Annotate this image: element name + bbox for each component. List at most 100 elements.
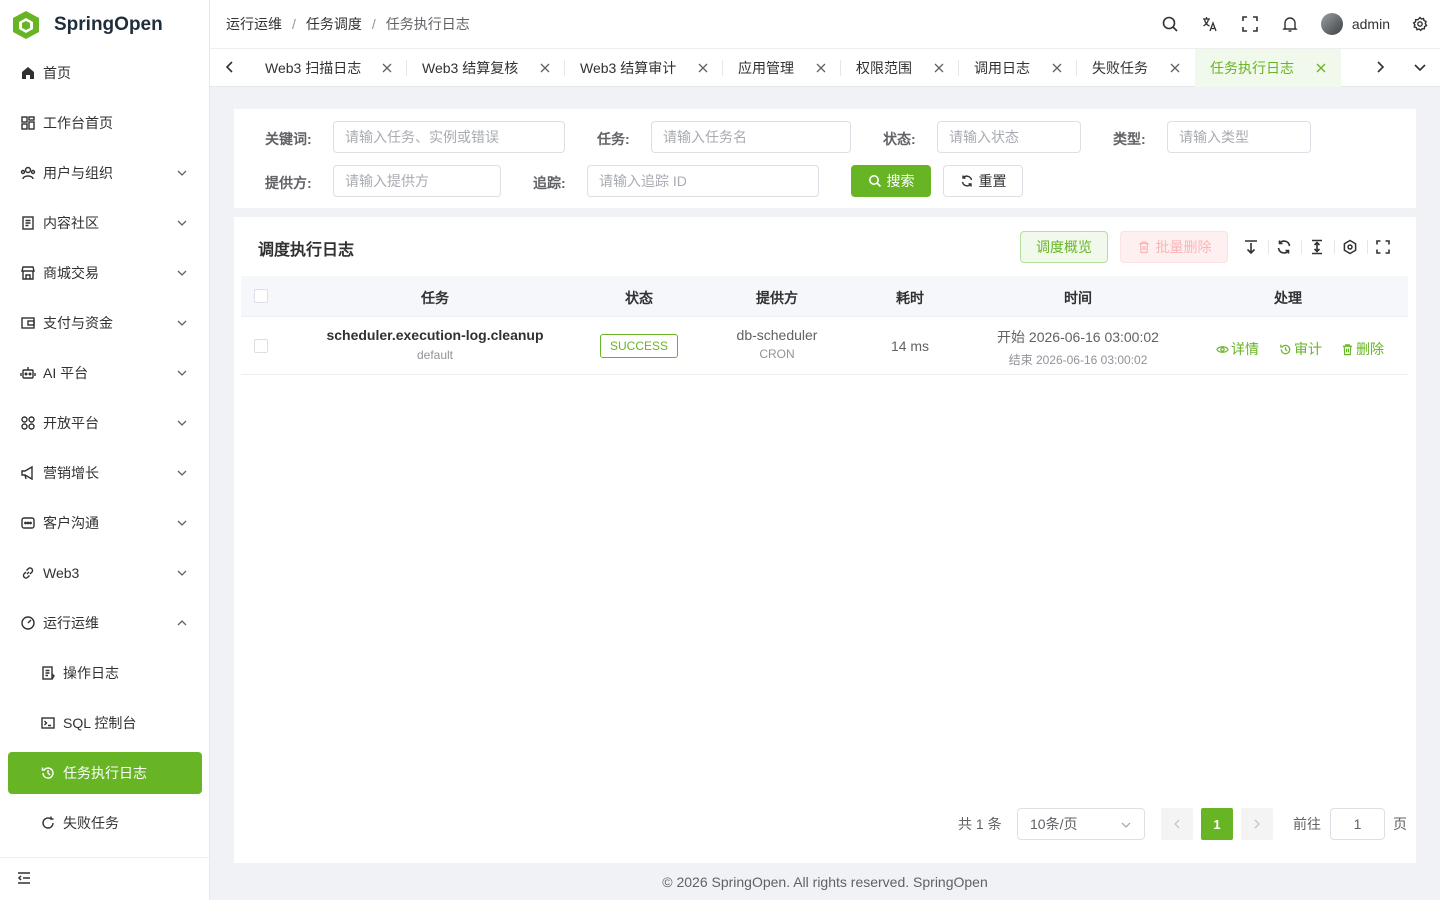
- batch-delete-button[interactable]: 批量删除: [1120, 231, 1228, 263]
- refresh-icon[interactable]: [1276, 239, 1292, 255]
- tab-task-execution-log[interactable]: 任务执行日志: [1195, 49, 1341, 87]
- sidebar-item-label: 商城交易: [43, 265, 99, 281]
- type-field[interactable]: [1167, 121, 1311, 153]
- page-size-select[interactable]: 10条/页: [1017, 808, 1145, 840]
- sidebar-item-task-execution-log[interactable]: 任务执行日志: [8, 752, 202, 794]
- tab-failed-tasks[interactable]: 失败任务: [1077, 49, 1195, 87]
- logo[interactable]: SpringOpen: [0, 0, 209, 50]
- sidebar-item-failed-tasks[interactable]: 失败任务: [8, 802, 202, 844]
- duration-cell: 14 ms: [850, 338, 970, 354]
- search-button[interactable]: 搜索: [851, 165, 931, 197]
- log-file-icon: [42, 666, 55, 680]
- tab-app-management[interactable]: 应用管理: [723, 49, 841, 87]
- collapse-sidebar-icon[interactable]: [16, 870, 32, 886]
- column-height-icon[interactable]: [1309, 239, 1325, 255]
- page-number-current[interactable]: 1: [1201, 808, 1233, 840]
- keyword-input[interactable]: [345, 129, 564, 145]
- sidebar-item-operation-log[interactable]: 操作日志: [8, 652, 202, 694]
- tab-web3-settlement-review[interactable]: Web3 结算复核: [407, 49, 565, 87]
- footer: © 2026 SpringOpen. All rights reserved. …: [210, 863, 1440, 900]
- column-header-task[interactable]: 任务: [355, 288, 515, 308]
- close-icon[interactable]: [381, 62, 393, 74]
- close-icon[interactable]: [1169, 62, 1181, 74]
- sidebar-item-marketing[interactable]: 营销增长: [8, 452, 202, 494]
- fullscreen-icon[interactable]: [1241, 15, 1259, 33]
- sidebar-item-label: 任务执行日志: [63, 765, 147, 781]
- reset-button[interactable]: 重置: [943, 165, 1023, 197]
- keyword-field[interactable]: [333, 121, 565, 153]
- sidebar-item-web3[interactable]: Web3: [8, 552, 202, 594]
- close-icon[interactable]: [539, 62, 551, 74]
- sidebar-item-label: 失败任务: [63, 815, 119, 831]
- close-icon[interactable]: [1051, 62, 1063, 74]
- column-header-time[interactable]: 时间: [998, 288, 1158, 308]
- details-link[interactable]: 详情: [1216, 339, 1259, 359]
- sidebar-item-home[interactable]: 首页: [8, 52, 202, 94]
- close-icon[interactable]: [1315, 62, 1327, 74]
- bell-icon[interactable]: [1281, 15, 1299, 33]
- sidebar-item-payment[interactable]: 支付与资金: [8, 302, 202, 344]
- sidebar-item-customer[interactable]: 客户沟通: [8, 502, 202, 544]
- type-input[interactable]: [1179, 129, 1310, 145]
- gear-icon[interactable]: [1412, 16, 1428, 32]
- breadcrumb-item[interactable]: 运行运维: [226, 14, 282, 34]
- audit-link[interactable]: 审计: [1279, 339, 1322, 359]
- breadcrumb-item-current: 任务执行日志: [385, 16, 470, 32]
- sidebar-item-workbench[interactable]: 工作台首页: [8, 102, 202, 144]
- fullscreen-icon[interactable]: [1375, 239, 1391, 255]
- avatar[interactable]: [1320, 13, 1343, 35]
- status-input[interactable]: [949, 129, 1080, 145]
- home-icon: [22, 67, 34, 79]
- sidebar-item-users[interactable]: 用户与组织: [8, 152, 202, 194]
- tab-invoke-log[interactable]: 调用日志: [959, 49, 1077, 87]
- search-icon[interactable]: [1161, 15, 1179, 33]
- tab-web3-scan-log[interactable]: Web3 扫描日志: [250, 49, 407, 87]
- tab-web3-settlement-audit[interactable]: Web3 结算审计: [565, 49, 723, 87]
- status-field[interactable]: [937, 121, 1081, 153]
- sidebar-item-content[interactable]: 内容社区: [8, 202, 202, 244]
- sidebar-item-label: 客户沟通: [43, 515, 99, 531]
- filter-panel: 关键词: 任务: 状态: 类型: 提供方: 追踪: 搜索 重置: [234, 109, 1416, 208]
- username[interactable]: admin: [1352, 16, 1390, 32]
- tab-permission-scope[interactable]: 权限范围: [841, 49, 959, 87]
- sidebar-item-label: SQL 控制台: [63, 715, 137, 731]
- tab-label: 调用日志: [974, 60, 1030, 76]
- breadcrumb-item[interactable]: 任务调度: [306, 14, 362, 34]
- sidebar-item-ops[interactable]: 运行运维: [8, 602, 202, 644]
- translate-icon[interactable]: [1201, 15, 1219, 33]
- select-all-checkbox[interactable]: [254, 289, 268, 303]
- tabs-scroll-right-icon[interactable]: [1372, 59, 1388, 75]
- prev-page-button[interactable]: [1161, 808, 1193, 840]
- tabs-scroll-left-icon[interactable]: [222, 59, 238, 75]
- task-label: 任务:: [597, 131, 630, 147]
- sidebar-item-label: 支付与资金: [43, 315, 113, 331]
- provider-field[interactable]: [333, 165, 501, 197]
- goto-page-input[interactable]: 1: [1330, 808, 1385, 840]
- column-header-status[interactable]: 状态: [579, 288, 699, 308]
- sidebar-item-ai[interactable]: AI 平台: [8, 352, 202, 394]
- close-icon[interactable]: [815, 62, 827, 74]
- provider-input[interactable]: [345, 173, 500, 189]
- export-icon[interactable]: [1243, 239, 1259, 255]
- close-icon[interactable]: [933, 62, 945, 74]
- tabs-menu-chevron-down-icon[interactable]: [1412, 59, 1428, 75]
- close-icon[interactable]: [697, 62, 709, 74]
- sidebar-item-mall[interactable]: 商城交易: [8, 252, 202, 294]
- row-checkbox[interactable]: [254, 339, 268, 353]
- trace-field[interactable]: [587, 165, 819, 197]
- trace-input[interactable]: [599, 173, 818, 189]
- sidebar-item-open-platform[interactable]: 开放平台: [8, 402, 202, 444]
- task-field[interactable]: [651, 121, 851, 153]
- sidebar: SpringOpen 首页 工作台首页 用户与组织 内容社区 商城交易 支付与资…: [0, 0, 210, 900]
- next-page-button[interactable]: [1241, 808, 1273, 840]
- column-header-duration[interactable]: 耗时: [850, 288, 970, 308]
- gear-icon[interactable]: [1342, 239, 1358, 255]
- delete-link[interactable]: 删除: [1341, 339, 1384, 359]
- column-header-provider[interactable]: 提供方: [717, 288, 837, 308]
- task-input[interactable]: [663, 129, 850, 145]
- schedule-overview-button[interactable]: 调度概览: [1020, 231, 1108, 263]
- sidebar-item-sql-console[interactable]: SQL 控制台: [8, 702, 202, 744]
- sidebar-item-label: 工作台首页: [43, 115, 113, 131]
- chevron-down-icon: [177, 570, 187, 576]
- logo-icon: [13, 11, 39, 39]
